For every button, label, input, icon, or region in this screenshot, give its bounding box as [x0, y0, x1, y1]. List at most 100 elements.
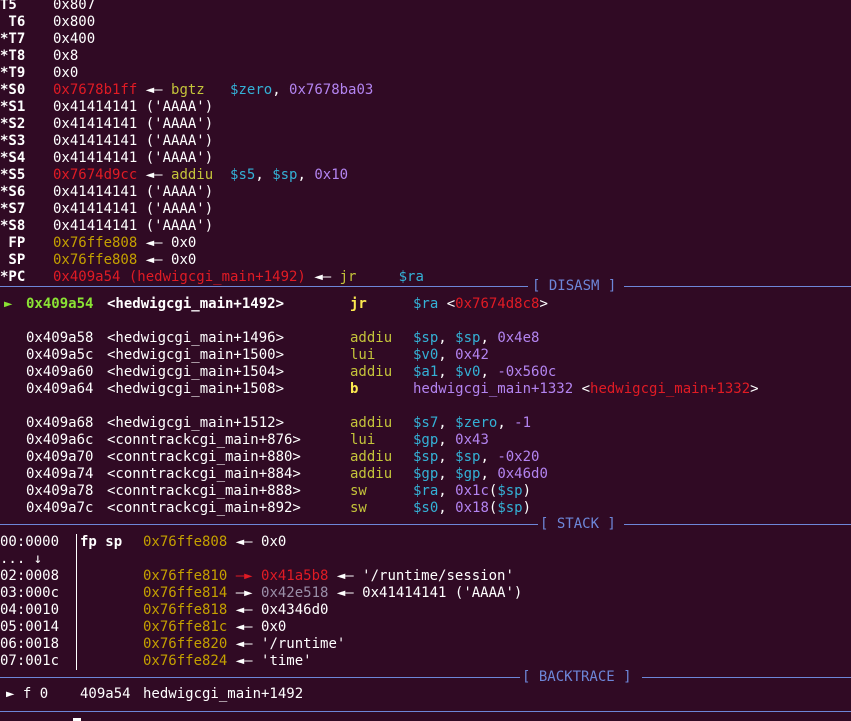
register-row: *S6 0x41414141 ('AAAA')	[0, 184, 851, 201]
register-row: *S3 0x41414141 ('AAAA')	[0, 133, 851, 150]
instruction-mnemonic: addiu	[350, 364, 393, 380]
instruction-operands: $ra, 0x1c($sp)	[413, 483, 531, 500]
instruction-operands: $ra <0x7674d8c8>	[413, 296, 548, 313]
register-name: *T8	[0, 48, 26, 64]
instruction-symbol: <conntrackcgi_main+880>	[107, 449, 301, 465]
register-name: *S1	[0, 99, 26, 115]
operand-token: $gp	[455, 466, 481, 482]
register-row: T5 0x807	[0, 0, 851, 14]
instruction-address: 0x409a58	[26, 330, 94, 346]
register-name: SP	[0, 252, 26, 268]
register-name: *S8	[0, 218, 26, 234]
instruction-row: 0x409a64 <hedwigcgi_main+1508> b hedwigcgi_…	[0, 381, 851, 398]
annotation-token: ◄—	[137, 82, 172, 98]
instruction-row: 0x409a6c <conntrackcgi_main+876> lui $gp, 0…	[0, 432, 851, 449]
operand-token: $zero	[455, 415, 498, 431]
operand-token: ,	[438, 364, 456, 380]
register-name: *S2	[0, 116, 26, 132]
instruction-address: 0x409a68	[26, 415, 94, 431]
stack-value-token: ◄— '/runtime'	[227, 636, 346, 652]
operand-token: $gp	[413, 432, 439, 448]
register-value: 0x41414141 ('AAAA')	[53, 150, 214, 166]
operand-token: 0x7674d8c8	[455, 296, 540, 312]
operand-token: <	[573, 381, 591, 397]
instruction-symbol: <hedwigcgi_main+1504>	[107, 364, 285, 380]
register-row: T6 0x800	[0, 14, 851, 31]
instruction-operands: $s7, $zero, -1	[413, 415, 531, 432]
stack-row: ... ↓	[0, 551, 851, 568]
current-pointer-icon: ►	[4, 296, 21, 312]
register-name: *T9	[0, 65, 26, 81]
stack-address: 0x76ffe824	[143, 653, 228, 669]
operand-token: $sp	[455, 449, 481, 465]
instruction-symbol: <hedwigcgi_main+1508>	[107, 381, 285, 397]
instruction-mnemonic: addiu	[350, 330, 393, 346]
instruction-mnemonic: sw	[350, 483, 367, 499]
instruction-mnemonic: b	[350, 381, 359, 397]
operand-token: 0x18	[455, 500, 489, 516]
stack-address: 0x76ffe81c	[143, 619, 228, 635]
instruction-mnemonic: lui	[350, 432, 376, 448]
register-annotation: ◄— addiu $s5, $sp, 0x10	[137, 167, 348, 184]
register-name: *S4	[0, 150, 26, 166]
annotation-token: 0x7678ba03	[289, 82, 374, 98]
stack-value-token: ◄— 0x41414141 ('AAAA')	[328, 585, 523, 601]
instruction-row: 0x409a5c <hedwigcgi_main+1500> lui $v0, 0x4…	[0, 347, 851, 364]
stack-value-token: ◄— 0x4346d0	[227, 602, 329, 618]
instruction-operands: $sp, $sp, 0x4e8	[413, 330, 539, 347]
operand-token: ,	[438, 347, 456, 363]
stack-address: 0x76ffe808	[143, 534, 228, 550]
instruction-operands: $s0, 0x18($sp)	[413, 500, 531, 517]
operand-token: <	[438, 296, 456, 312]
stack-address: 0x76ffe820	[143, 636, 228, 652]
instruction-symbol: <conntrackcgi_main+884>	[107, 466, 301, 482]
operand-token: )	[522, 483, 532, 499]
instruction-row: 0x409a74 <conntrackcgi_main+884> addiu $gp,…	[0, 466, 851, 483]
register-row: SP 0x76ffe808 ◄— 0x0	[0, 252, 851, 269]
instruction-mnemonic: sw	[350, 500, 367, 516]
stack-offset: 03:000c	[0, 585, 60, 601]
instruction-row: 0x409a58 <hedwigcgi_main+1496> addiu $sp, $…	[0, 330, 851, 347]
register-name: *S3	[0, 133, 26, 149]
register-value: 0x41414141 ('AAAA')	[53, 116, 214, 132]
frame-marker: ► f 0	[6, 686, 49, 702]
operand-token: hedwigcgi_main+1332	[413, 381, 574, 397]
operand-token: 0x43	[455, 432, 489, 448]
stack-row: 03:000c 0x76ffe814 —► 0x42e518 ◄— 0x41414…	[0, 585, 851, 602]
stack-value-token: —►	[227, 585, 262, 601]
stack-row: 05:0014 0x76ffe81c ◄— 0x0	[0, 619, 851, 636]
stack-offset: 00:0000	[0, 534, 60, 550]
operand-token: $ra	[413, 296, 439, 312]
instruction-address: 0x409a64	[26, 381, 94, 397]
register-row: *T9 0x0	[0, 65, 851, 82]
stack-value-token: ◄— '/runtime/session'	[328, 568, 514, 584]
register-value: 0x7678b1ff	[53, 82, 138, 98]
register-row: *S1 0x41414141 ('AAAA')	[0, 99, 851, 116]
register-value: 0x8	[53, 48, 79, 64]
register-value: 0x400	[53, 31, 96, 47]
operand-token: ,	[438, 500, 456, 516]
instruction-row: 0x409a68 <hedwigcgi_main+1512> addiu $s7, $…	[0, 415, 851, 432]
instruction-row: 0x409a78 <conntrackcgi_main+888> sw $ra, 0x…	[0, 483, 851, 500]
register-row: *T8 0x8	[0, 48, 851, 65]
register-value: 0x41414141 ('AAAA')	[53, 133, 214, 149]
operand-token: ,	[480, 330, 498, 346]
operand-token: $ra	[413, 483, 439, 499]
register-name: FP	[0, 235, 26, 251]
stack-offset: 07:001c	[0, 653, 60, 669]
operand-token: ,	[497, 415, 515, 431]
operand-token: ,	[438, 466, 456, 482]
stack-row: 00:0000 fp sp 0x76ffe808 ◄— 0x0	[0, 534, 851, 551]
instruction-row: 0x409a60 <hedwigcgi_main+1504> addiu $a1, $…	[0, 364, 851, 381]
operand-token: ,	[438, 415, 456, 431]
operand-token: ,	[438, 483, 456, 499]
stack-row: 07:001c 0x76ffe824 ◄— 'time'	[0, 653, 851, 670]
register-name: T6	[0, 14, 26, 30]
stack-row: 02:0008 0x76ffe810 —► 0x41a5b8 ◄— '/runti…	[0, 568, 851, 585]
instruction-operands: $v0, 0x42	[413, 347, 489, 364]
annotation-token: ,	[255, 167, 273, 183]
operand-token: $sp	[413, 330, 439, 346]
instruction-address: 0x409a70	[26, 449, 94, 465]
disasm-title: [ DISASM ]	[532, 278, 617, 294]
annotation-token: ◄—	[137, 167, 172, 183]
